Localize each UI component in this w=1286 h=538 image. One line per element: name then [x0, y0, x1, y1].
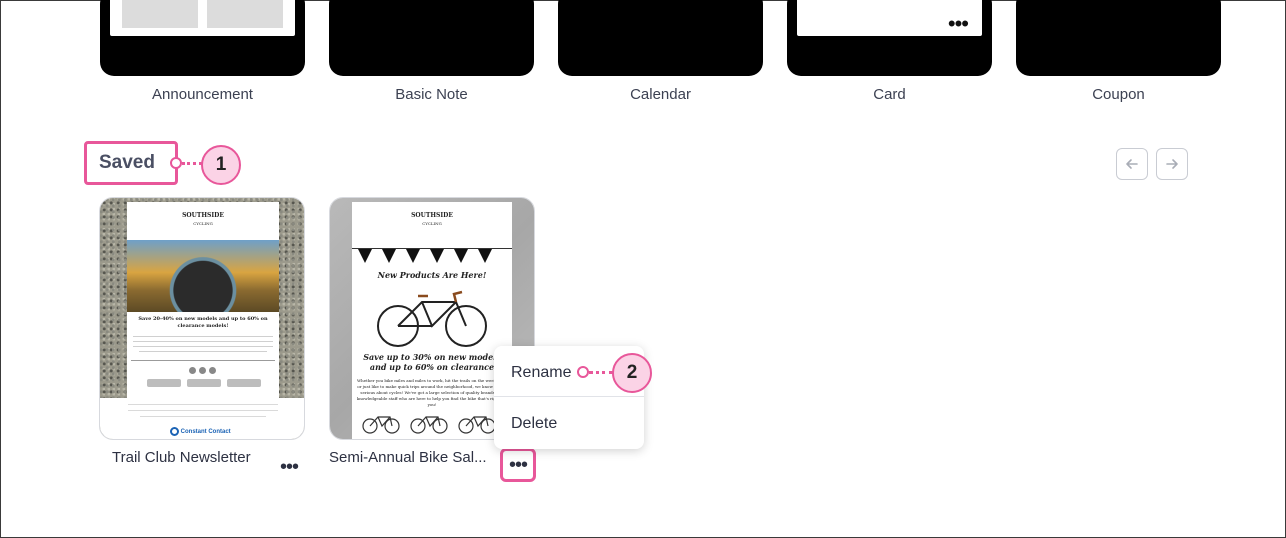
template-thumb-calendar[interactable] — [558, 0, 763, 76]
thumb-paper: SOUTHSIDE CYCLING Save 20-40% on new mod… — [127, 202, 279, 405]
bicycle-icon — [377, 290, 487, 347]
bunting-flag — [358, 249, 372, 263]
thumb-divider — [131, 360, 275, 361]
callout-connector — [182, 162, 202, 165]
template-label-coupon: Coupon — [1092, 86, 1145, 103]
callout-anchor — [170, 157, 182, 169]
bunting-flag — [382, 249, 396, 263]
bunting-flag — [478, 249, 492, 263]
thumb-paper — [110, 0, 295, 36]
thumb-headline: New Products Are Here! — [377, 270, 487, 280]
social-dot-icon — [189, 367, 196, 374]
arrow-right-icon — [1166, 159, 1178, 169]
thumb-text-line — [128, 410, 278, 411]
thumb-pill — [147, 379, 181, 387]
constant-contact-logo-icon — [170, 427, 179, 436]
thumb-text-line — [140, 416, 266, 417]
thumb-paper: SOUTHSIDE CYCLING New Products Are Here!… — [352, 202, 512, 439]
saved-card-name[interactable]: Semi-Annual Bike Sal... — [329, 449, 487, 466]
template-label-announcement: Announcement — [152, 86, 253, 103]
next-arrow-button[interactable] — [1156, 148, 1188, 180]
arrow-left-icon — [1126, 159, 1138, 169]
social-dot-icon — [199, 367, 206, 374]
thumb-footer: Constant Contact — [100, 398, 304, 439]
callout-connector — [589, 371, 613, 374]
thumb-pill — [227, 379, 261, 387]
thumb-body: Whether you bike miles and miles to work… — [356, 378, 508, 407]
bunting-flag — [406, 249, 420, 263]
thumb-text-line — [139, 351, 267, 352]
thumb-text-line — [133, 336, 273, 337]
callout-badge-2: 2 — [612, 353, 652, 393]
more-options-button[interactable]: ••• — [280, 457, 299, 477]
callout-badge-1: 1 — [201, 145, 241, 185]
thumb-paper: ••• — [797, 0, 982, 36]
template-thumb-card[interactable]: ••• — [787, 0, 992, 76]
template-thumb-announcement[interactable] — [100, 0, 305, 76]
thumb-text-line — [133, 341, 273, 342]
saved-card-trail-club[interactable]: SOUTHSIDE CYCLING Save 20-40% on new mod… — [99, 197, 305, 440]
template-thumb-basic-note[interactable] — [329, 0, 534, 76]
menu-item-delete[interactable]: Delete — [511, 415, 557, 433]
thumb-pill — [187, 379, 221, 387]
thumb-brand: SOUTHSIDE — [182, 212, 224, 219]
bunting-flag — [430, 249, 444, 263]
thumb-promo: Save up to 30% on new models and up to 6… — [363, 352, 501, 372]
thumb-text-line — [133, 346, 273, 347]
thumb-logo: Constant Contact — [170, 427, 250, 436]
thumb-brand-sub: CYCLING — [422, 221, 442, 226]
template-thumb-coupon[interactable] — [1016, 0, 1221, 76]
social-dot-icon — [209, 367, 216, 374]
thumb-text-line — [128, 404, 278, 405]
thumb-block — [122, 0, 198, 28]
menu-item-rename[interactable]: Rename — [511, 364, 571, 382]
saved-section-title: Saved — [99, 152, 155, 173]
bike-lineup-icon — [362, 416, 496, 434]
thumb-logo-text: Constant Contact — [180, 429, 231, 436]
template-label-card: Card — [873, 86, 906, 103]
thumb-headline: Save 20-40% on new models and up to 60% … — [138, 316, 268, 329]
thumb-block — [207, 0, 283, 28]
prev-arrow-button[interactable] — [1116, 148, 1148, 180]
thumb-brand-sub: CYCLING — [193, 221, 213, 226]
thumb-photo — [127, 240, 279, 312]
thumb-brand: SOUTHSIDE — [411, 212, 453, 219]
menu-divider — [494, 396, 644, 397]
saved-card-name[interactable]: Trail Club Newsletter — [112, 449, 251, 466]
template-label-calendar: Calendar — [630, 86, 691, 103]
more-options-button[interactable]: ••• — [509, 455, 528, 475]
more-dots-icon: ••• — [947, 11, 969, 36]
template-label-basic-note: Basic Note — [395, 86, 468, 103]
bunting-flag — [454, 249, 468, 263]
callout-anchor — [577, 366, 589, 378]
